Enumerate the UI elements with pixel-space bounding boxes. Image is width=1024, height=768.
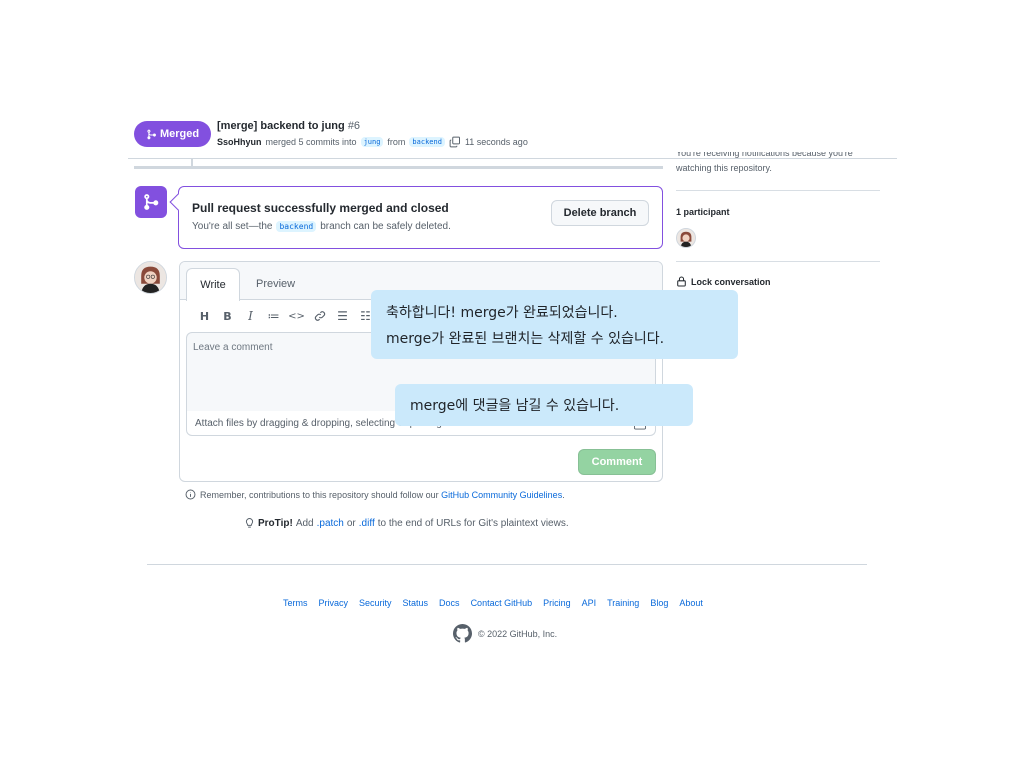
footer-link-privacy[interactable]: Privacy: [319, 598, 349, 608]
footer-link-security[interactable]: Security: [359, 598, 392, 608]
merged-sub-suffix: branch can be safely deleted.: [320, 221, 451, 232]
protip-label: ProTip!: [258, 517, 293, 529]
callout-comment-text: merge에 댓글을 남길 수 있습니다.: [410, 398, 620, 414]
footer-link-about[interactable]: About: [679, 598, 703, 608]
git-merge-icon: [147, 129, 156, 139]
git-merge-icon: [144, 194, 159, 210]
footer-link-docs[interactable]: Docs: [439, 598, 460, 608]
copyright-text: © 2022 GitHub, Inc.: [478, 628, 558, 639]
participant-avatar[interactable]: [676, 228, 696, 248]
footer-link-pricing[interactable]: Pricing: [543, 598, 571, 608]
merged-sub-prefix: You're all set—the: [192, 221, 273, 232]
participants-title: 1 participant: [676, 207, 730, 217]
avatar-illustration: [677, 229, 695, 247]
tutorial-callout-merge-complete: 축하합니다! merge가 완료되었습니다. merge가 완료된 브랜치는 삭…: [371, 290, 738, 359]
pr-from-text: from: [387, 137, 406, 147]
footer-link-api[interactable]: API: [582, 598, 597, 608]
markdown-toolbar: H B I ≔ <> ☰ ☷: [193, 308, 377, 324]
notification-reason-line1: You're receiving notifications because y…: [676, 152, 853, 158]
protip-note: ProTip! Add .patch or .diff to the end o…: [244, 517, 569, 529]
current-user-avatar[interactable]: [134, 261, 167, 294]
merge-event-badge: [135, 186, 167, 218]
footer-links: Terms Privacy Security Status Docs Conta…: [283, 598, 703, 608]
base-branch-tag[interactable]: jung: [360, 137, 384, 147]
diff-link[interactable]: .diff: [359, 518, 375, 529]
community-guidelines-note: Remember, contributions to this reposito…: [185, 489, 565, 500]
merged-status-label: Merged: [159, 128, 200, 140]
protip-text2: to the end of URLs for Git's plaintext v…: [377, 517, 569, 529]
sidebar-divider: [676, 190, 880, 191]
link-button[interactable]: [308, 308, 331, 324]
merged-box-subtitle: You're all set—the backend branch can be…: [192, 221, 451, 232]
heading-button[interactable]: H: [193, 308, 216, 324]
protip-or: or: [346, 517, 356, 529]
merged-box-title: Pull request successfully merged and clo…: [192, 201, 449, 215]
comment-placeholder: Leave a comment: [193, 342, 273, 353]
light-bulb-icon: [245, 518, 254, 528]
tab-write[interactable]: Write: [186, 268, 240, 301]
pr-title-text: [merge] backend to jung: [217, 120, 345, 132]
info-icon: [185, 489, 196, 500]
head-branch-tag[interactable]: backend: [409, 137, 445, 147]
github-mark-icon[interactable]: [453, 624, 472, 643]
lock-conversation-label: Lock conversation: [691, 276, 771, 287]
remember-prefix: Remember, contributions to this reposito…: [200, 489, 439, 500]
remember-text: Remember, contributions to this reposito…: [200, 490, 565, 500]
code-button[interactable]: <>: [285, 308, 308, 324]
sidebar-divider: [676, 261, 880, 262]
community-guidelines-link[interactable]: GitHub Community Guidelines: [441, 490, 562, 500]
notification-reason-line2: watching this repository.: [676, 163, 772, 173]
timeline-end-bar: [134, 166, 663, 169]
merged-status-badge: Merged: [134, 121, 211, 147]
protip-text1: Add: [295, 517, 314, 529]
footer-link-blog[interactable]: Blog: [650, 598, 668, 608]
footer-link-contact[interactable]: Contact GitHub: [471, 598, 533, 608]
pr-meta: SsoHhyun merged 5 commits into jung from…: [217, 136, 528, 148]
avatar-illustration: [135, 262, 166, 293]
lock-conversation-button[interactable]: Lock conversation: [676, 276, 771, 287]
patch-link[interactable]: .patch: [317, 518, 344, 529]
deletable-branch-tag[interactable]: backend: [276, 221, 317, 232]
pr-author-link[interactable]: SsoHhyun: [217, 137, 262, 147]
copy-icon[interactable]: [449, 136, 461, 148]
unordered-list-button[interactable]: ☰: [331, 308, 354, 324]
pr-merge-text: merged 5 commits into: [265, 137, 357, 147]
tab-preview[interactable]: Preview: [256, 278, 295, 290]
footer-link-terms[interactable]: Terms: [283, 598, 308, 608]
footer-link-training[interactable]: Training: [607, 598, 639, 608]
footer-divider: [147, 564, 867, 565]
callout-line-2: merge가 완료된 브랜치는 삭제할 수 있습니다.: [386, 331, 665, 347]
quote-button[interactable]: ≔: [262, 308, 285, 324]
remember-end: .: [562, 489, 565, 500]
pr-title: [merge] backend to jung #6: [217, 120, 360, 132]
tutorial-callout-comment: merge에 댓글을 남길 수 있습니다.: [395, 384, 693, 426]
footer-link-status[interactable]: Status: [403, 598, 429, 608]
pr-time-ago: 11 seconds ago: [464, 137, 528, 147]
notification-reason: You're receiving notifications because y…: [676, 152, 876, 180]
italic-button[interactable]: I: [239, 308, 262, 324]
comment-submit-button[interactable]: Comment: [578, 449, 656, 475]
callout-line-1: 축하합니다! merge가 완료되었습니다.: [386, 305, 618, 321]
pr-number: #6: [347, 120, 361, 132]
footer-copyright: © 2022 GitHub, Inc.: [453, 624, 557, 643]
link-icon: [314, 311, 325, 321]
bold-button[interactable]: B: [216, 308, 239, 324]
delete-branch-button[interactable]: Delete branch: [551, 200, 649, 226]
lock-icon: [677, 276, 686, 287]
